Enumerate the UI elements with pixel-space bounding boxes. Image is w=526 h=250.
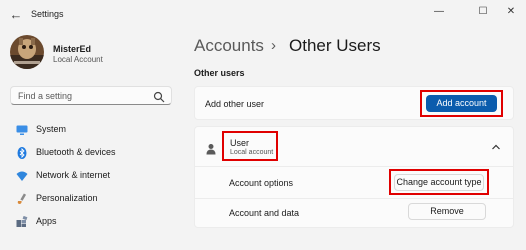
search-icon[interactable] [153, 90, 165, 103]
title-bar: ← Settings — ☐ ✕ [0, 0, 526, 30]
brush-icon [16, 192, 28, 204]
sidebar-item-apps[interactable]: Apps [10, 210, 175, 232]
sidebar-item-label: Bluetooth & devices [36, 147, 116, 157]
monitor-icon [16, 123, 28, 135]
sidebar-item-label: Network & internet [36, 170, 111, 180]
profile-name: MisterEd [53, 44, 92, 54]
add-user-card: Add other user Add account [194, 86, 514, 120]
change-type-highlight: Change account type [389, 169, 489, 195]
change-account-type-button[interactable]: Change account type [394, 174, 484, 191]
profile-account-type: Local Account [53, 55, 103, 64]
back-button[interactable]: ← [8, 7, 24, 23]
account-options-label: Account options [229, 178, 294, 188]
sidebar-item-system[interactable]: System [10, 118, 175, 140]
sidebar-item-label: Apps [36, 216, 57, 226]
wifi-icon [16, 169, 28, 181]
person-icon [205, 142, 217, 155]
apps-icon [16, 215, 28, 227]
page-title: Other Users [289, 36, 381, 55]
search-input[interactable]: Find a setting [10, 86, 172, 105]
chevron-up-icon[interactable] [491, 139, 501, 150]
user-account-type: Local account [230, 149, 274, 156]
sidebar-item-label: System [36, 124, 67, 134]
user-highlight: User Local account [222, 131, 278, 161]
divider [195, 198, 513, 199]
breadcrumb-separator: › [271, 37, 276, 54]
user-name: User [230, 138, 250, 148]
sidebar-item-network[interactable]: Network & internet [10, 164, 175, 186]
bluetooth-icon [16, 146, 28, 159]
window-title: Settings [31, 9, 64, 19]
user-card: User Local account Account options Chang… [194, 126, 514, 228]
divider [195, 166, 513, 167]
maximize-button[interactable]: ☐ [472, 4, 494, 20]
add-account-button[interactable]: Add account [426, 95, 497, 112]
add-user-label: Add other user [205, 99, 265, 109]
account-data-label: Account and data [229, 208, 300, 218]
breadcrumb-accounts[interactable]: Accounts [194, 36, 264, 56]
remove-button[interactable]: Remove [408, 203, 486, 220]
avatar[interactable] [10, 35, 44, 69]
section-title: Other users [194, 68, 245, 78]
add-account-highlight: Add account [420, 90, 503, 117]
sidebar-item-label: Personalization [36, 193, 98, 203]
minimize-button[interactable]: — [428, 4, 450, 20]
close-button[interactable]: ✕ [500, 4, 522, 20]
sidebar-item-personalization[interactable]: Personalization [10, 187, 175, 209]
search-placeholder: Find a setting [18, 91, 73, 101]
sidebar-item-bluetooth[interactable]: Bluetooth & devices [10, 141, 175, 163]
